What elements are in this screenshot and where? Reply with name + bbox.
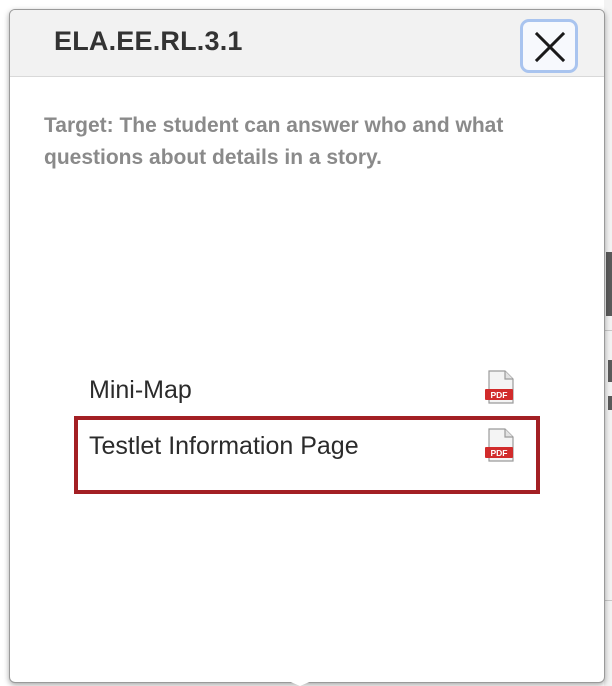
close-icon <box>534 31 566 63</box>
dialog-title: ELA.EE.RL.3.1 <box>54 26 243 56</box>
background-page-divider <box>604 600 612 601</box>
standard-dialog: ELA.EE.RL.3.1 Target: The student can an… <box>9 9 605 683</box>
file-link-mini-map[interactable]: Mini-Map PDF <box>89 370 549 410</box>
target-description: Target: The student can answer who and w… <box>44 114 504 169</box>
background-page <box>604 0 612 686</box>
highlight-annotation-box <box>74 416 540 494</box>
dialog-pointer <box>286 680 314 686</box>
background-page-mark <box>608 396 612 410</box>
background-page-mark <box>606 252 612 316</box>
pdf-icon[interactable]: PDF <box>483 370 517 406</box>
background-page-mark <box>608 360 612 382</box>
background-page-divider <box>604 330 612 331</box>
dialog-header: ELA.EE.RL.3.1 <box>10 10 604 77</box>
screenshot-stage: ELA.EE.RL.3.1 Target: The student can an… <box>0 0 612 686</box>
file-label: Mini-Map <box>89 376 192 404</box>
close-button[interactable] <box>520 19 578 73</box>
pdf-icon-text: PDF <box>491 390 508 400</box>
